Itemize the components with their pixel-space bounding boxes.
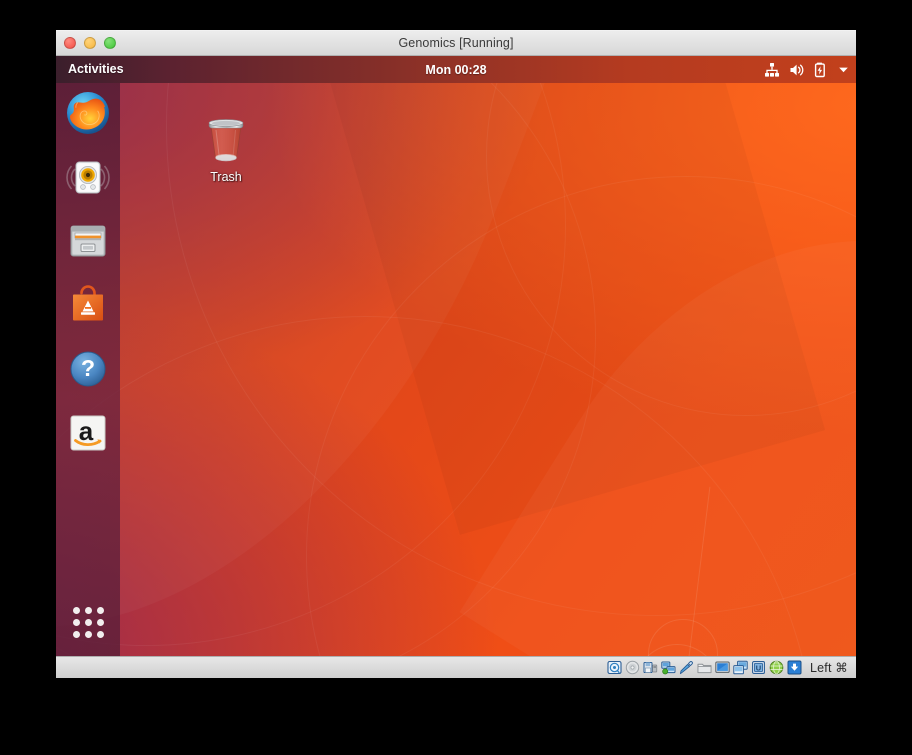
svg-text:U: U [756,663,761,672]
trash-icon [186,113,266,165]
dock-item-files[interactable] [64,217,112,265]
optical-drive-icon[interactable] [625,660,640,675]
amazon-icon: a [70,415,106,451]
battery-icon[interactable] [814,62,828,78]
ubuntu-software-icon [73,285,103,321]
app-grid-dot [73,619,80,626]
virtualbox-status-bar: U Left ⌘ [56,656,856,678]
desktop-icon-layer: Trash [120,83,856,656]
zoom-button[interactable] [104,37,116,49]
floppy-drive-icon[interactable] [643,660,658,675]
display-icon[interactable] [715,660,730,675]
system-status-area [764,62,850,78]
volume-icon[interactable] [789,62,805,78]
shared-folders-icon[interactable] [697,660,712,675]
desktop-icon-label: Trash [210,170,242,184]
dock-item-ubuntu-software[interactable] [64,281,112,329]
dock-item-firefox[interactable] [64,89,112,137]
keyboard-icon[interactable] [787,660,802,675]
dock-item-amazon[interactable]: a [64,409,112,457]
show-applications-button[interactable] [66,600,110,644]
mouse-capture-icon[interactable] [769,660,784,675]
app-grid-dot [85,607,92,614]
svg-text:?: ? [81,355,95,381]
app-grid-dot [73,631,80,638]
clock-label[interactable]: Mon 00:28 [56,63,856,77]
recording-icon[interactable] [733,660,748,675]
app-grid-dot [97,631,104,638]
network-icon[interactable] [764,62,780,78]
vm-features-icon[interactable]: U [751,660,766,675]
firefox-icon [67,92,109,134]
usb-icon[interactable] [679,660,694,675]
network-adapter-icon[interactable] [661,660,676,675]
close-button[interactable] [64,37,76,49]
help-icon: ? [70,351,106,387]
app-grid-dot [73,607,80,614]
virtualbox-vm-window: Genomics [Running] Activities Mon 00:28 … [56,30,856,678]
app-grid-dot [85,631,92,638]
files-icon [70,225,106,257]
app-grid-dot [97,607,104,614]
hard-disk-icon[interactable] [607,660,622,675]
chevron-down-icon[interactable] [837,63,850,76]
window-titlebar: Genomics [Running] [56,30,856,56]
window-title: Genomics [Running] [398,36,514,50]
app-grid-dot [85,619,92,626]
host-key-label: Left ⌘ [809,661,848,675]
activities-button[interactable]: Activities [58,56,134,83]
ubuntu-top-bar: Activities Mon 00:28 [56,56,856,83]
minimize-button[interactable] [84,37,96,49]
svg-text:a: a [79,416,94,446]
guest-display[interactable]: Activities Mon 00:28 ? a Trash [56,56,856,656]
rhythmbox-icon [66,161,110,194]
desktop-icon-trash[interactable]: Trash [186,113,266,184]
dock-item-rhythmbox[interactable] [64,153,112,201]
traffic-light-buttons [64,31,116,55]
app-grid-dot [97,619,104,626]
dock-item-help[interactable]: ? [64,345,112,393]
unity-launcher-dock: ? a [56,83,120,656]
